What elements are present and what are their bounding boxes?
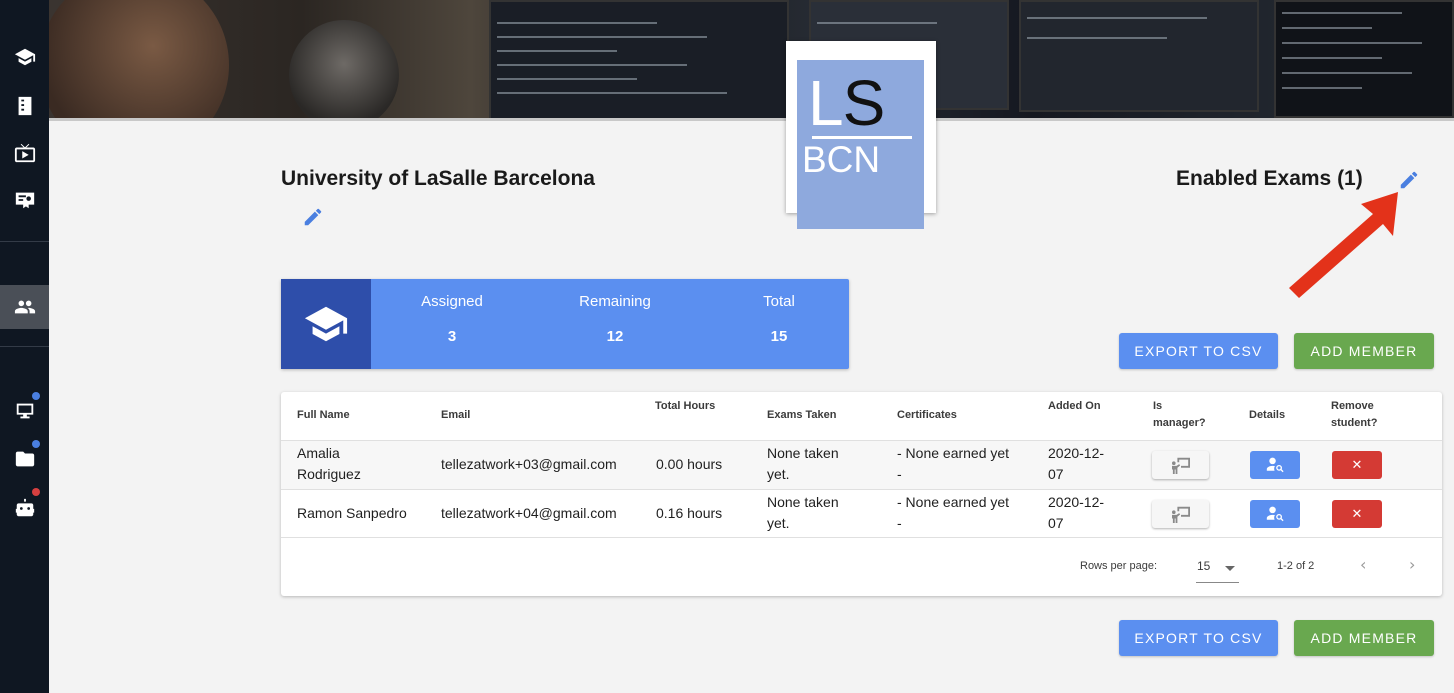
presenter-icon [1171,506,1190,523]
notification-dot [32,392,40,400]
sidebar [0,0,49,693]
total-label: Total [763,293,795,310]
header-remove: Remove student? [1331,398,1377,432]
remaining-stat: Remaining 12 [545,293,685,345]
member-email: tellezatwork+03@gmail.com [441,456,617,472]
header-full-name: Full Name [297,409,350,421]
graduation-cap-icon [281,279,371,369]
chevron-left-icon[interactable]: ‹ [1360,555,1366,574]
member-certificates-line2: - [897,466,902,482]
member-added-line1: 2020-12- [1048,445,1105,461]
header-details: Details [1249,409,1286,421]
banner-divider [49,118,1454,121]
header-added-on: Added On [1048,400,1101,412]
robot-icon[interactable] [0,486,49,530]
assigned-stat: Assigned 3 [382,293,522,345]
toggle-manager-button[interactable] [1152,500,1209,528]
chevron-down-icon [1225,566,1235,571]
header-remove-line2: student? [1331,417,1378,429]
remaining-label: Remaining [579,293,651,310]
pagination-range: 1-2 of 2 [1277,560,1315,572]
organization-title: University of LaSalle Barcelona [281,167,595,190]
header-email: Email [441,409,471,421]
notification-dot [32,440,40,448]
remove-student-button[interactable]: ✕ [1332,451,1382,479]
add-member-button-bottom[interactable]: ADD MEMBER [1294,620,1434,656]
header-remove-line1: Remove [1331,400,1374,412]
member-added-on: 2020-12- 07 [1048,492,1104,534]
member-exams-line2: yet. [767,515,790,531]
member-name-line2: Rodriguez [297,466,361,482]
export-csv-button[interactable]: EXPORT TO CSV [1119,333,1278,369]
export-csv-button-bottom[interactable]: EXPORT TO CSV [1119,620,1278,656]
assigned-label: Assigned [421,293,483,310]
member-certificates-line1: - None earned yet [897,494,1010,510]
table-row: Amalia Rodriguez tellezatwork+03@gmail.c… [281,440,1442,489]
header-is-manager-line2: manager? [1153,417,1206,429]
member-certificates: - None earned yet - [897,443,1009,485]
header-certificates: Certificates [897,409,957,421]
rows-per-page-value: 15 [1197,559,1211,573]
header-is-manager: Is manager? [1153,398,1206,432]
total-stat: Total 15 [709,293,849,345]
member-added-line2: 07 [1048,466,1064,482]
folder-icon[interactable] [0,437,49,481]
logo-text-ls: LS [808,67,885,139]
assigned-value: 3 [447,328,457,345]
people-icon[interactable] [0,285,49,329]
notification-dot [32,488,40,496]
member-exams: None taken yet. [767,443,839,485]
table-row: Ramon Sanpedro tellezatwork+04@gmail.com… [281,489,1442,538]
logo-text-bcn: BCN [802,139,881,180]
member-certificates-line2: - [897,515,902,531]
member-added-on: 2020-12- 07 [1048,443,1104,485]
members-table: Full Name Email Total Hours Exams Taken … [281,392,1442,596]
member-email: tellezatwork+04@gmail.com [441,505,617,521]
book-icon[interactable] [0,84,49,128]
presenter-icon [1171,457,1190,474]
header-is-manager-line1: Is [1153,400,1163,412]
member-hours: 0.00 hours [656,456,723,472]
remaining-value: 12 [606,328,624,345]
edit-exams-icon[interactable] [1398,169,1420,191]
member-certificates-line1: - None earned yet [897,445,1010,461]
table-footer-divider [281,537,1442,538]
header-total-hours: Total Hours [655,400,716,412]
member-hours: 0.16 hours [656,505,723,521]
member-name: Amalia Rodriguez [297,443,361,485]
tv-icon[interactable] [0,131,49,175]
enabled-exams-title: Enabled Exams (1) [1176,167,1363,190]
member-name: Ramon Sanpedro [297,503,407,524]
computer-icon[interactable] [0,389,49,433]
member-added-line2: 07 [1048,515,1064,531]
header-banner-image [49,0,1454,120]
chevron-right-icon[interactable]: › [1409,555,1415,574]
user-search-icon [1266,457,1284,473]
organization-logo: LS BCN [786,41,936,229]
certificate-icon[interactable] [0,178,49,222]
member-added-line1: 2020-12- [1048,494,1105,510]
member-exams: None taken yet. [767,492,839,534]
member-certificates: - None earned yet - [897,492,1009,534]
toggle-manager-button[interactable] [1152,451,1209,479]
rows-per-page-select[interactable]: 15 [1196,559,1239,583]
member-name-line1: Ramon Sanpedro [297,505,407,521]
graduation-cap-icon[interactable] [0,35,49,79]
edit-organization-icon[interactable] [302,206,324,228]
view-details-button[interactable] [1250,451,1300,479]
member-exams-line2: yet. [767,466,790,482]
user-search-icon [1266,506,1284,522]
total-value: 15 [770,328,788,345]
add-member-button[interactable]: ADD MEMBER [1294,333,1434,369]
annotation-arrow [1289,192,1398,298]
seat-stats-card: Assigned 3 Remaining 12 Total 15 [281,279,849,369]
member-exams-line1: None taken [767,445,839,461]
rows-per-page-label: Rows per page: [1080,560,1158,572]
header-exams-taken: Exams Taken [767,409,837,421]
view-details-button[interactable] [1250,500,1300,528]
remove-student-button[interactable]: ✕ [1332,500,1382,528]
member-exams-line1: None taken [767,494,839,510]
member-name-line1: Amalia [297,445,340,461]
